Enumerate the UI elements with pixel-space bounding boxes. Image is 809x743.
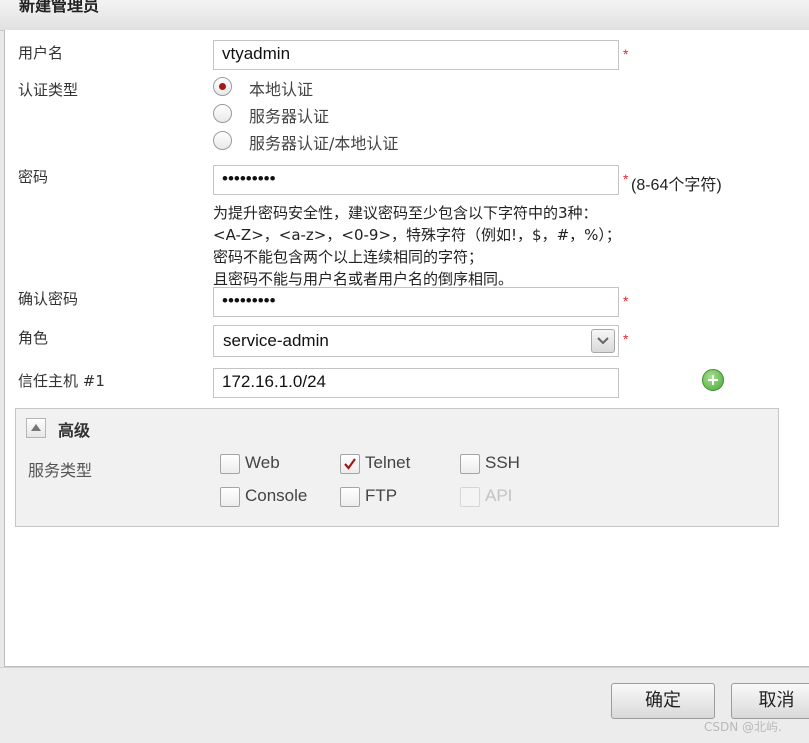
checkbox-console[interactable] xyxy=(220,487,240,507)
confirm-password-required-mark: * xyxy=(623,293,629,309)
triangle-up-icon xyxy=(31,424,41,431)
add-host-icon[interactable] xyxy=(702,369,724,391)
password-hint-line: <A-Z>，<a-z>，<0-9>，特殊字符（例如!，$，#，%）； xyxy=(213,226,621,244)
password-required-mark: * xyxy=(623,171,629,187)
collapse-advanced-button[interactable] xyxy=(26,418,46,438)
password-hint-line: 为提升密码安全性，建议密码至少包含以下字符中的3种： xyxy=(213,204,598,222)
confirm-password-input[interactable]: ••••••••• xyxy=(213,287,619,317)
checkbox-ftp[interactable] xyxy=(340,487,360,507)
auth-type-label: 认证类型 xyxy=(18,81,79,99)
advanced-section: 高级 服务类型 Web Telnet SSH Console FTP API xyxy=(15,408,779,527)
dialog-footer: 确定 取消 xyxy=(0,667,809,743)
checkmark-icon xyxy=(344,458,356,470)
password-hint: 为提升密码安全性，建议密码至少包含以下字符中的3种： <A-Z>，<a-z>，<… xyxy=(213,202,621,290)
checkbox-ssh[interactable] xyxy=(460,454,480,474)
dialog-titlebar: 新建管理员 xyxy=(0,0,809,31)
service-label: Web xyxy=(245,453,280,472)
cancel-button[interactable]: 取消 xyxy=(731,683,809,719)
auth-option-label: 服务器认证/本地认证 xyxy=(249,134,399,153)
service-label: API xyxy=(485,486,513,505)
service-label: FTP xyxy=(365,486,398,505)
service-label: SSH xyxy=(485,453,520,472)
checkbox-api-disabled xyxy=(460,487,480,507)
dialog-body: 用户名 vtyadmin * 认证类型 本地认证 服务器认证 服务器认证/本地认… xyxy=(4,30,809,667)
advanced-title: 高级 xyxy=(58,421,91,440)
password-hint-line: 密码不能包含两个以上连续相同的字符； xyxy=(213,248,484,266)
service-label: Console xyxy=(245,486,308,505)
role-label: 角色 xyxy=(18,329,49,347)
chevron-down-icon[interactable] xyxy=(591,329,615,353)
dialog-title: 新建管理员 xyxy=(19,0,100,15)
confirm-password-label: 确认密码 xyxy=(18,290,79,308)
watermark: CSDN @北屿. xyxy=(704,720,782,734)
password-length-hint: (8-64个字符) xyxy=(631,177,722,194)
username-input[interactable]: vtyadmin xyxy=(213,40,619,70)
radio-server-local[interactable] xyxy=(213,131,232,150)
username-label: 用户名 xyxy=(18,44,64,62)
username-required-mark: * xyxy=(623,46,629,62)
trusted-host-input[interactable]: 172.16.1.0/24 xyxy=(213,368,619,398)
checkbox-web[interactable] xyxy=(220,454,240,474)
role-select[interactable]: service-admin xyxy=(213,325,619,357)
checkbox-telnet-checked[interactable] xyxy=(340,454,360,474)
password-label: 密码 xyxy=(18,168,49,186)
role-required-mark: * xyxy=(623,331,629,347)
auth-option-label: 本地认证 xyxy=(249,80,314,99)
password-input[interactable]: ••••••••• xyxy=(213,165,619,195)
auth-option-label: 服务器认证 xyxy=(249,107,330,126)
trusted-host-label: 信任主机 #1 xyxy=(18,372,105,390)
service-label: Telnet xyxy=(365,453,411,472)
radio-local-selected[interactable] xyxy=(213,77,232,96)
role-select-value: service-admin xyxy=(223,331,329,350)
ok-button[interactable]: 确定 xyxy=(611,683,715,719)
radio-server[interactable] xyxy=(213,104,232,123)
service-type-label: 服务类型 xyxy=(28,461,93,480)
